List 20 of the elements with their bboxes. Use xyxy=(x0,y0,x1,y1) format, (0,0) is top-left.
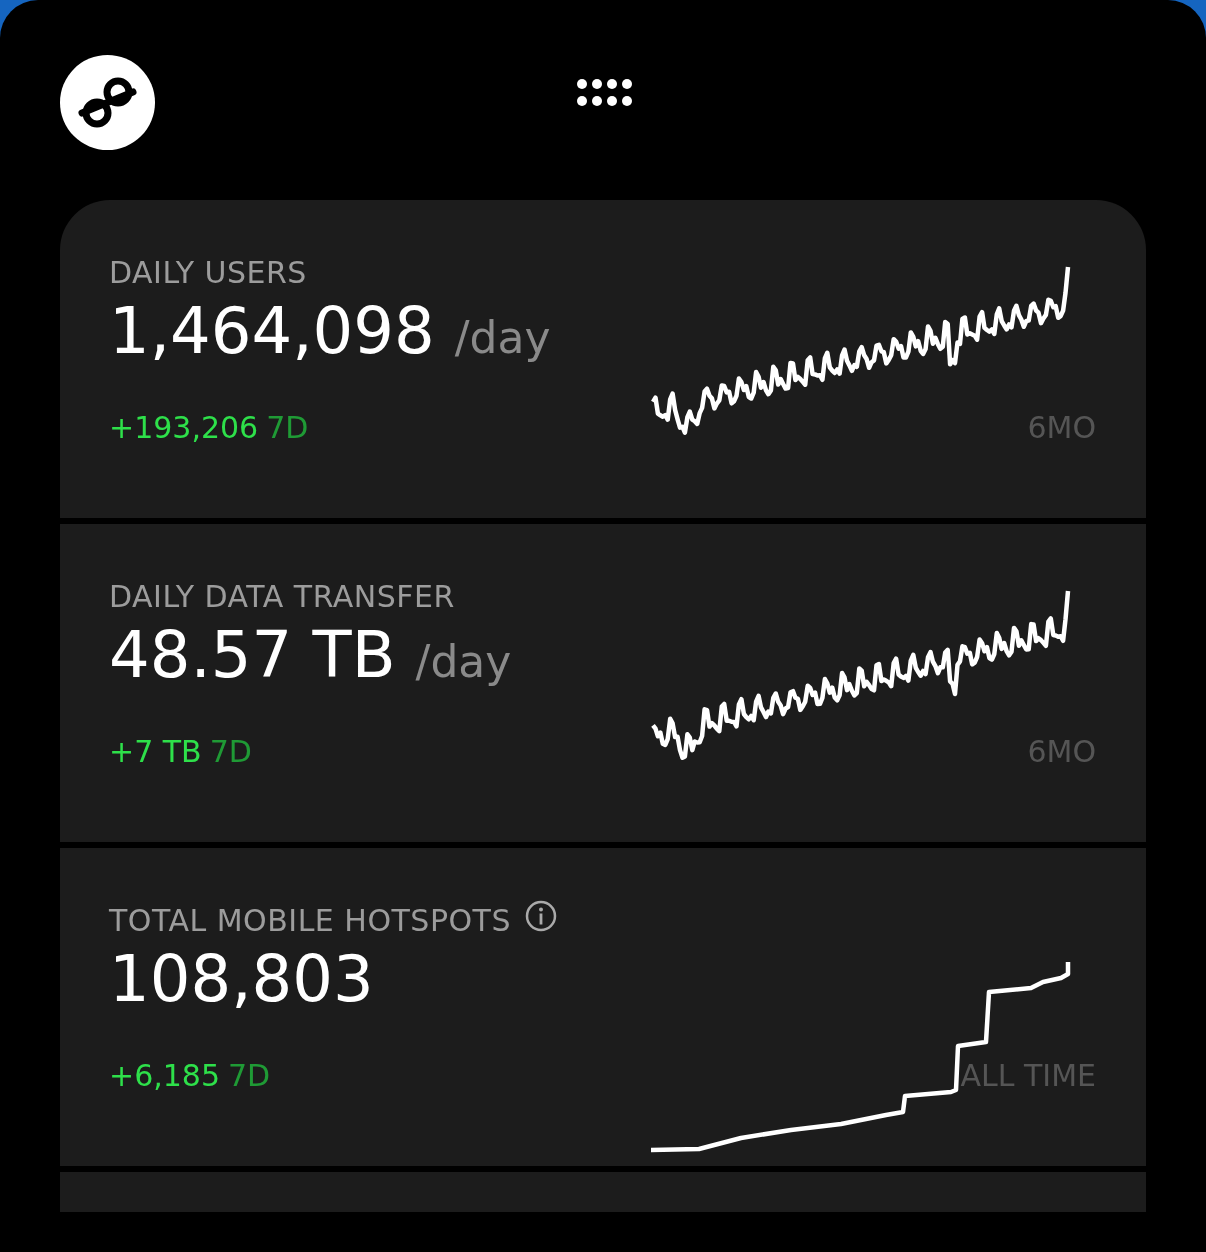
stat-label: DAILY USERS xyxy=(109,254,307,290)
stat-card[interactable]: TOTAL MOBILE HOTSPOTS 108,803 +6,185 7D ALL TIME xyxy=(60,848,1146,1166)
grid-menu-icon[interactable] xyxy=(576,78,632,108)
change-value: +6,185 xyxy=(109,1057,221,1093)
change-period: 7D xyxy=(228,1057,271,1093)
stat-value: 1,464,098 xyxy=(109,294,435,368)
stat-card[interactable]: DAILY DATA TRANSFER 48.57 TB /day +7 TB 7D 6MO xyxy=(60,524,1146,842)
stat-unit: /day xyxy=(454,312,551,363)
change-value: +7 TB xyxy=(109,733,202,769)
change-period: 7D xyxy=(209,733,252,769)
change-period: 7D xyxy=(266,409,309,445)
stat-card[interactable]: DAILY USERS 1,464,098 /day +193,206 7D 6MO xyxy=(60,200,1146,518)
stat-label: TOTAL MOBILE HOTSPOTS xyxy=(109,902,511,938)
logo-icon[interactable] xyxy=(60,55,155,150)
stat-unit: /day xyxy=(415,636,512,687)
stat-value: 108,803 xyxy=(109,942,374,1016)
info-icon[interactable] xyxy=(524,900,557,932)
stat-label: DAILY DATA TRANSFER xyxy=(109,578,455,614)
change-value: +193,206 xyxy=(109,409,259,445)
stat-value: 48.57 TB xyxy=(109,618,396,692)
